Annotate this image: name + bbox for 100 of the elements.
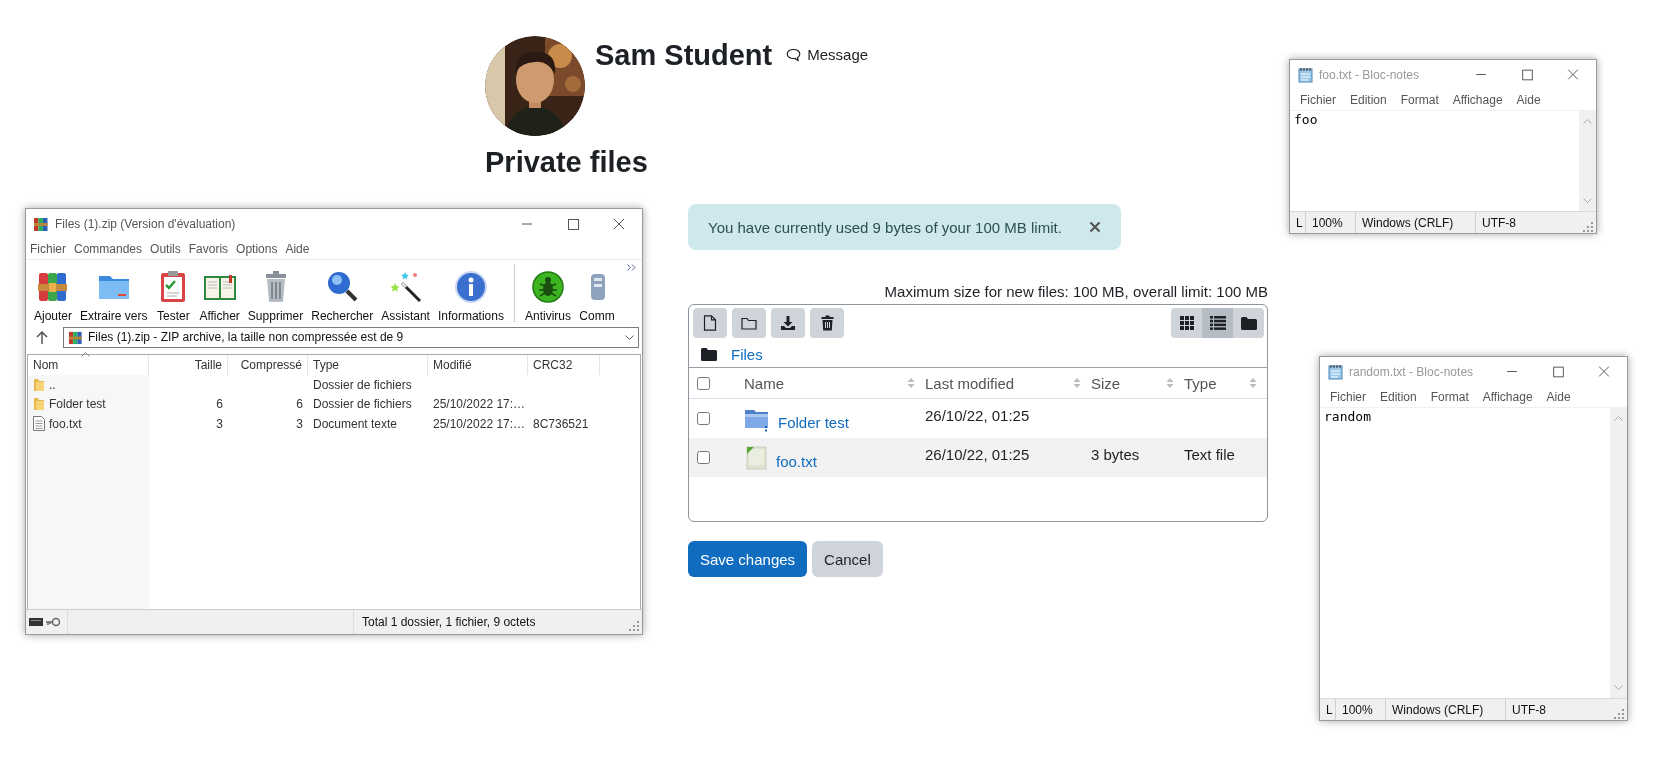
status-text: L [1296,215,1303,230]
column-header[interactable]: Name [744,374,925,392]
row-checkbox[interactable] [697,412,710,425]
column-header[interactable]: Compressé [240,358,302,372]
limits-text: Maximum size for new files: 100 MB, overall limit: 100 MB [884,283,1268,301]
menu-item[interactable]: Commandes [70,242,147,256]
column-header[interactable]: Taille [194,358,222,372]
column-header[interactable]: CRC32 [533,358,573,372]
new-folder-button[interactable] [732,308,766,338]
row-checkbox[interactable] [697,451,710,464]
up-arrow-icon[interactable] [36,330,48,344]
page-heading: Private files [485,145,648,179]
toolbar-button[interactable]: Tester [153,269,194,326]
table-cell: Dossier de fichiers [313,377,412,392]
dropdown-caret-icon[interactable] [625,334,634,340]
resize-grip-icon[interactable] [629,621,639,631]
toolbar-button[interactable]: Comm [577,269,617,326]
column-header[interactable]: Type [313,358,339,372]
download-button[interactable] [771,308,805,338]
menu-item[interactable]: Format [1426,389,1473,404]
message-link[interactable]: Message [786,46,869,63]
status-text: UTF-8 [1512,702,1546,717]
archive-icon [68,329,83,345]
toolbar-button[interactable]: Ajouter [32,269,75,326]
grid-view-button[interactable] [1171,308,1202,338]
folder-icon [741,316,757,330]
address-field[interactable]: Files (1).zip - ZIP archive, la taille non compressée est de 9 [63,326,639,348]
status-text: 100% [1312,215,1343,230]
notepad-icon [1298,66,1314,83]
column-header[interactable]: Type [1184,374,1267,392]
text-area[interactable]: random [1320,408,1610,698]
menu-item[interactable]: Aide [1542,389,1575,404]
new-file-button[interactable] [693,308,727,338]
scroll-up-icon[interactable] [1614,416,1623,421]
menu-item[interactable]: Favoris [184,242,233,256]
menu-item[interactable]: Aide [1512,92,1545,107]
select-all-checkbox[interactable] [697,376,710,390]
status-text: L [1326,702,1333,717]
table-cell: 25/10/2022 17:… [433,397,526,412]
table-cell: 3 bytes [1091,446,1140,463]
column-header[interactable]: Size [1091,374,1184,392]
column-header[interactable]: Last modified [925,374,1091,392]
scroll-down-icon[interactable] [1614,685,1623,690]
column-header[interactable]: Modifié [433,358,472,372]
menu-item[interactable]: Format [1396,92,1443,107]
scrollbar[interactable] [1579,111,1596,211]
table-cell: 8C736521 [533,416,589,431]
table-cell: 26/10/22, 01:25 [925,407,1030,424]
menu-item[interactable]: Affichage [1478,389,1537,404]
chat-bubble-icon [786,47,802,62]
breadcrumb-link[interactable]: Files [731,345,763,363]
file-name[interactable]: Folder test [49,397,106,412]
toolbar-button[interactable]: Afficher [197,269,242,326]
menu-item[interactable]: Fichier [1296,92,1340,107]
menu-item[interactable]: Options [232,242,282,256]
menu-item[interactable]: Aide [281,242,314,256]
column-header[interactable]: Nom [33,358,59,372]
menu-item[interactable]: Fichier [1326,389,1370,404]
window-title: Files (1).zip (Version d'évaluation) [55,217,236,231]
toolbar-button[interactable]: Assistant [379,269,432,326]
resize-grip-icon[interactable] [1614,708,1624,719]
text-area[interactable]: foo [1290,111,1579,211]
list-view-button[interactable] [1202,308,1233,338]
folder-icon [33,397,45,412]
scroll-up-icon[interactable] [1583,119,1592,124]
table-cell: 3 [296,416,303,431]
tree-view-button[interactable] [1233,308,1264,338]
toolbar-button[interactable]: Antivirus [522,269,573,326]
menu-item[interactable]: Outils [146,242,185,256]
close-icon[interactable] [1089,221,1101,233]
sort-icon [907,377,915,389]
window-title: random.txt - Bloc-notes [1349,364,1474,379]
status-text: Windows (CRLF) [1362,215,1454,230]
toolbar-button[interactable]: Rechercher [309,269,376,326]
info-icon [452,269,489,305]
delete-button[interactable] [810,308,844,338]
menu-item[interactable]: Affichage [1448,92,1507,107]
menu-item[interactable]: Fichier [26,242,70,256]
file-name[interactable]: foo.txt [49,416,82,431]
folder-icon [33,377,45,392]
menu-item[interactable]: Edition [1346,92,1391,107]
save-button[interactable]: Save changes [688,541,808,577]
grid-icon [1179,316,1194,330]
table-cell: Dossier de fichiers [313,397,412,412]
new-file-icon [703,315,717,331]
menu-item[interactable]: Edition [1376,389,1421,404]
toolbar-button[interactable]: Extraire vers [78,269,150,326]
document-icon [33,416,45,432]
scroll-down-icon[interactable] [1583,198,1592,203]
toolbar-button[interactable]: Informations [435,269,506,326]
file-link[interactable]: Folder test [778,414,849,431]
scrollbar[interactable] [1610,408,1627,698]
toolbar-button[interactable]: Supprimer [245,269,306,326]
chevron-icon[interactable] [627,264,636,271]
cancel-button[interactable]: Cancel [812,541,883,577]
file-link[interactable]: foo.txt [776,453,817,470]
file-name[interactable]: .. [49,377,56,392]
archive-icon [33,216,49,232]
text-file-icon [744,444,768,471]
resize-grip-icon[interactable] [1583,221,1593,232]
